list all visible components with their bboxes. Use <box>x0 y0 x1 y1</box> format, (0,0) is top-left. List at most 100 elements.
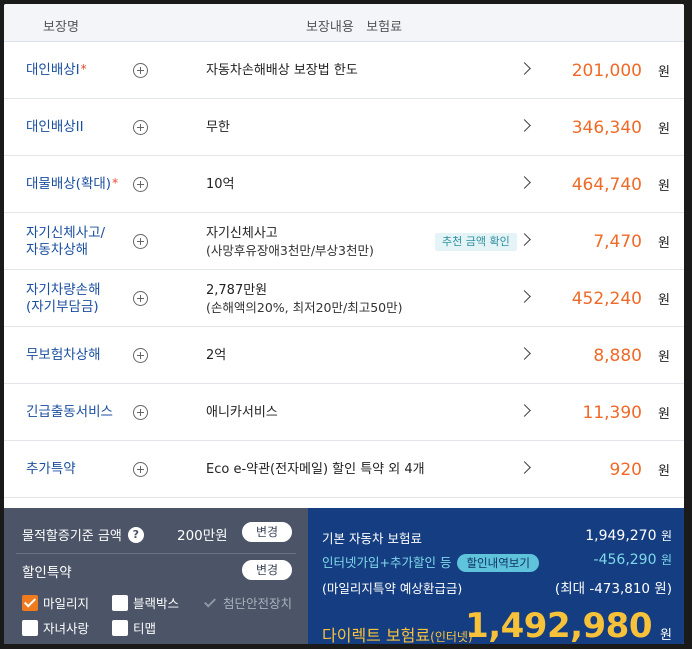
currency-unit: 원 <box>658 350 670 365</box>
mileage-checkbox[interactable]: 마일리지 <box>22 593 89 612</box>
help-icon[interactable]: ? <box>127 526 144 543</box>
coverage-name-text: 무보험차상해 <box>26 347 101 363</box>
checkbox-label: 자녀사랑 <box>43 621 90 636</box>
table-row[interactable]: 긴급출동서비스 애니카서비스 11,390 원 <box>4 384 684 441</box>
col-header-name: 보장명 <box>43 20 79 35</box>
divider <box>16 553 296 554</box>
currency-unit: 원 <box>658 65 670 80</box>
coverage-name: 대물배상(확대) * <box>26 156 136 213</box>
currency-unit: 원 <box>658 179 670 194</box>
plus-circle-icon[interactable] <box>133 234 148 249</box>
coverage-name-text: 대물배상(확대) <box>26 176 112 192</box>
table-row[interactable]: 대인배상I * 자동차손해배상 보장법 한도 201,000 원 <box>4 42 684 99</box>
direct-premium-label-text: 다이렉트 보험료 <box>322 626 431 644</box>
coverage-name: 자기차량손해 (자기부담금) <box>26 270 136 327</box>
coverage-name-text: 자기신체사고/ 자동차상해 <box>26 224 106 258</box>
table-row[interactable]: 자기신체사고/ 자동차상해 자기신체사고 (사망후유장애3천만/부상3천만) 추천… <box>4 213 684 270</box>
plus-circle-icon[interactable] <box>133 63 148 78</box>
coverage-name: 대인배상I * <box>26 42 136 99</box>
coverage-name-text: 추가특약 <box>26 461 76 477</box>
chevron-right-icon[interactable] <box>518 347 531 360</box>
discount-amount: -456,290 <box>593 552 657 568</box>
coverage-desc-text: 10억 <box>206 177 235 192</box>
currency-unit: 원 <box>660 628 672 643</box>
coverage-desc: 2,787만원 (손해액의20%, 최저20만/최고50만) <box>206 270 436 327</box>
chevron-right-icon[interactable] <box>518 404 531 417</box>
plus-circle-icon[interactable] <box>133 405 148 420</box>
table-row[interactable]: 대물배상(확대) * 10억 464,740 원 <box>4 156 684 213</box>
coverage-desc: 자기신체사고 (사망후유장애3천만/부상3천만) <box>206 213 436 270</box>
discount-options-label: 할인특약 <box>22 565 72 581</box>
plus-circle-icon[interactable] <box>133 462 148 477</box>
coverage-desc-text: 무한 <box>206 120 230 135</box>
chevron-right-icon[interactable] <box>518 62 531 75</box>
checkbox-icon <box>112 594 128 611</box>
chevron-right-icon[interactable] <box>518 176 531 189</box>
checkbox-icon <box>22 619 38 636</box>
property-threshold-value: 200만원 <box>177 528 228 544</box>
table-row[interactable]: 대인배상II 무한 346,340 원 <box>4 99 684 156</box>
coverage-desc: 10억 <box>206 156 436 213</box>
insurance-summary: 보장명 보장내용 보험료 대인배상I * 자동차손해배상 보장법 한도 201,0… <box>4 4 684 644</box>
chevron-right-icon[interactable] <box>518 290 531 303</box>
change-property-button[interactable]: 변경 <box>242 522 292 542</box>
table-row[interactable]: 무보험차상해 2억 8,880 원 <box>4 327 684 384</box>
coverage-desc-sub: (손해액의20%, 최저20만/최고50만) <box>206 299 403 315</box>
currency-unit: 원 <box>658 464 670 479</box>
direct-premium-label: 다이렉트 보험료(인터넷) <box>322 622 473 644</box>
recommend-amount-button[interactable]: 추천 금액 확인 <box>435 233 517 251</box>
safety-device-checkbox: 첨단안전장치 <box>202 593 292 612</box>
checkbox-label: 티맵 <box>133 621 157 636</box>
coverage-desc: 무한 <box>206 99 436 156</box>
plus-circle-icon[interactable] <box>133 291 148 306</box>
chevron-right-icon[interactable] <box>518 233 531 246</box>
coverage-name-text: 자기차량손해 (자기부담금) <box>26 281 101 315</box>
discount-label: 인터넷가입+추가할인 등 할인내역보기 <box>322 552 539 572</box>
checkbox-icon <box>112 619 128 636</box>
blackbox-checkbox[interactable]: 블랙박스 <box>112 593 179 612</box>
child-love-checkbox[interactable]: 자녀사랑 <box>22 618 89 637</box>
premium-amount: 11,390 <box>582 402 642 423</box>
premium-amount: 201,000 <box>571 60 642 81</box>
table-row[interactable]: 자기차량손해 (자기부담금) 2,787만원 (손해액의20%, 최저20만/최고… <box>4 270 684 327</box>
coverage-name-text: 긴급출동서비스 <box>26 404 113 420</box>
coverage-name-text: 대인배상II <box>26 119 84 135</box>
table-row[interactable]: 추가특약 Eco e-약관(전자메일) 할인 특약 외 4개 920 원 <box>4 441 684 498</box>
currency-unit: 원 <box>660 553 672 567</box>
chevron-right-icon[interactable] <box>518 461 531 474</box>
premium-amount: 7,470 <box>593 231 642 252</box>
coverage-desc-text: 애니카서비스 <box>206 405 278 420</box>
base-premium-label: 기본 자동차 보험료 <box>322 531 422 546</box>
coverage-desc: 자동차손해배상 보장법 한도 <box>206 42 436 99</box>
checkbox-checked-icon <box>22 594 38 611</box>
premium-amount: 464,740 <box>571 174 642 195</box>
plus-circle-icon[interactable] <box>133 348 148 363</box>
base-premium-amount: 1,949,270 <box>585 528 657 544</box>
plus-circle-icon[interactable] <box>133 120 148 135</box>
checkbox-label: 첨단안전장치 <box>223 596 293 611</box>
coverage-name: 자기신체사고/ 자동차상해 <box>26 213 136 270</box>
currency-unit: 원 <box>660 529 672 543</box>
view-discount-button[interactable]: 할인내역보기 <box>457 554 539 572</box>
premium-summary-panel: 기본 자동차 보험료 1,949,270 원 인터넷가입+추가할인 등 할인내역보… <box>308 508 684 644</box>
currency-unit: 원 <box>658 236 670 251</box>
options-panel: 물적할증기준 금액 ? 200만원 변경 할인특약 변경 마일리지 블랙박스 첨… <box>4 508 308 644</box>
checkbox-label: 블랙박스 <box>133 596 180 611</box>
coverage-desc-text: 2,787만원 <box>206 282 268 298</box>
coverage-desc: 애니카서비스 <box>206 384 436 441</box>
premium-amount: 8,880 <box>593 345 642 366</box>
coverage-desc-text: 2억 <box>206 348 227 363</box>
required-mark: * <box>80 62 87 76</box>
coverage-desc-text: Eco e-약관(전자메일) 할인 특약 외 4개 <box>206 462 425 477</box>
change-discount-button[interactable]: 변경 <box>242 560 292 580</box>
required-mark: * <box>112 176 119 190</box>
premium-amount: 452,240 <box>571 288 642 309</box>
discount-label-text: 인터넷가입+추가할인 등 <box>322 555 452 570</box>
currency-unit: 원 <box>658 407 670 422</box>
plus-circle-icon[interactable] <box>133 177 148 192</box>
premium-amount: 920 <box>609 459 642 480</box>
tmap-checkbox[interactable]: 티맵 <box>112 618 156 637</box>
coverage-desc-sub: (사망후유장애3천만/부상3천만) <box>206 242 374 258</box>
chevron-right-icon[interactable] <box>518 119 531 132</box>
coverage-name: 긴급출동서비스 <box>26 384 136 441</box>
